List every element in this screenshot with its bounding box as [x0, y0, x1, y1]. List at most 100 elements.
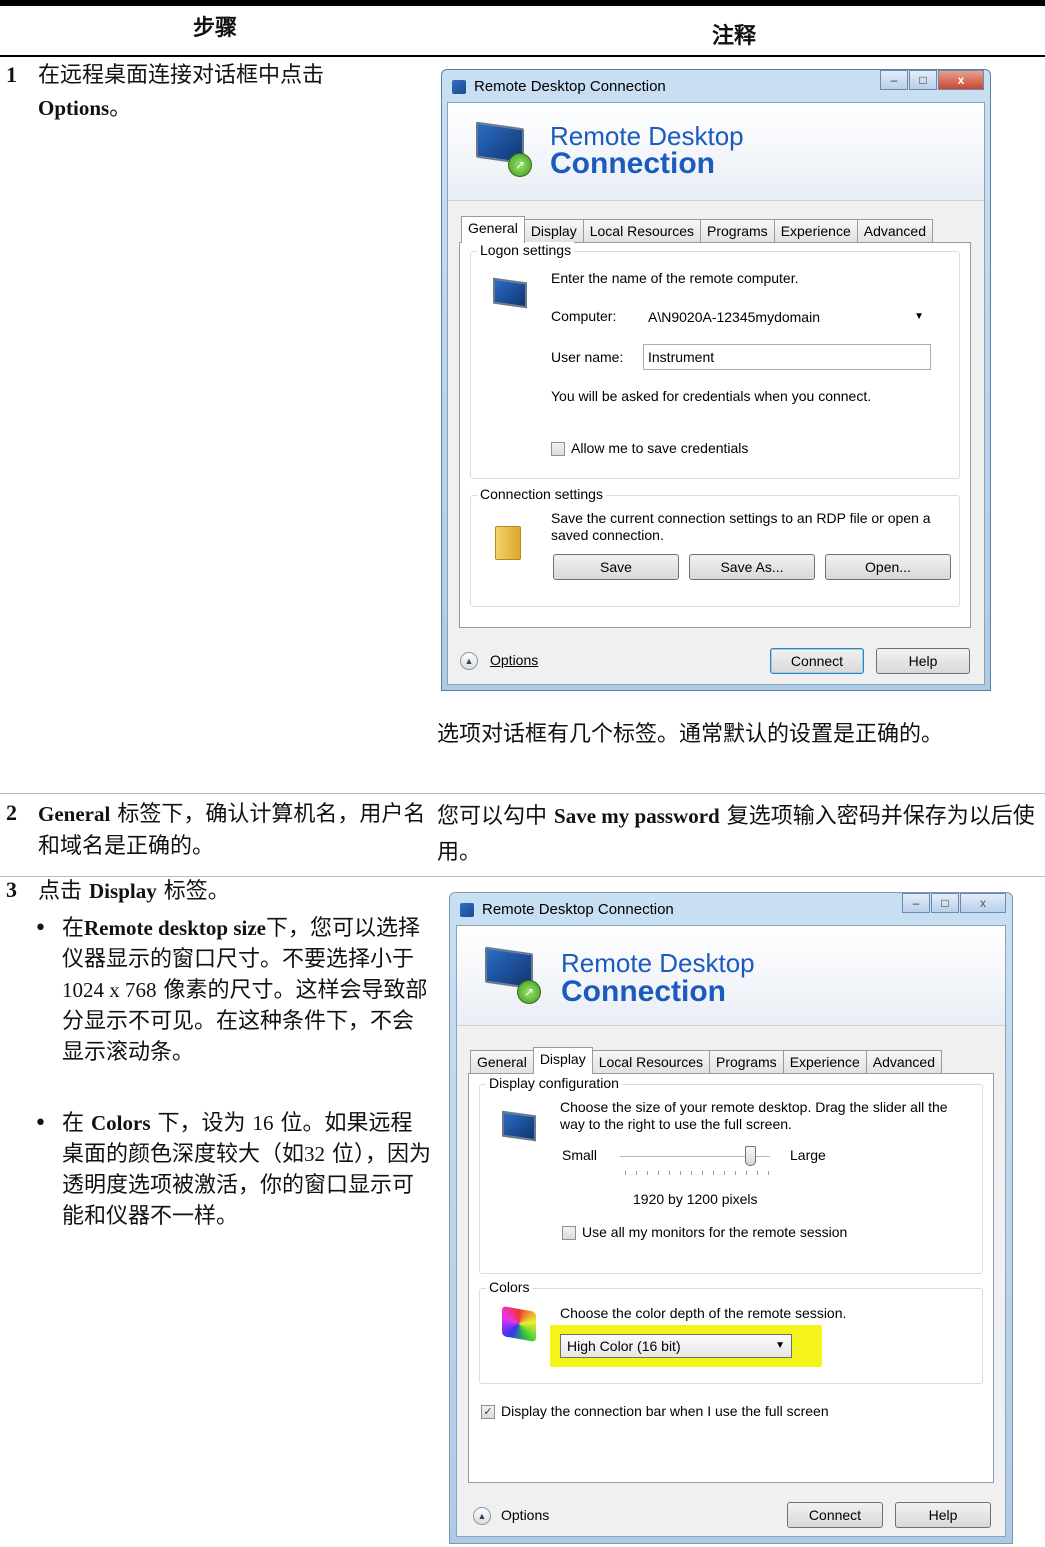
tab-display[interactable]: Display: [532, 1047, 593, 1074]
display-icon: [502, 1110, 536, 1142]
chevron-up-icon[interactable]: ▲: [460, 652, 478, 670]
slider-large-label: Large: [790, 1147, 826, 1163]
remote-desktop-dialog-display: Remote Desktop Connection – □ x ↗ Remote…: [449, 892, 1013, 1544]
maximize-button[interactable]: □: [909, 70, 937, 90]
display-text-2: way to the right to use the full screen.: [560, 1116, 792, 1132]
computer-label: Computer:: [551, 308, 617, 324]
remote-desktop-dialog-general: Remote Desktop Connection – □ x ↗ Remote…: [441, 69, 991, 691]
minimize-button[interactable]: –: [902, 893, 930, 913]
credentials-note: You will be asked for credentials when y…: [551, 388, 872, 404]
step-number: 2: [6, 800, 17, 825]
display-text-1: Choose the size of your remote desktop. …: [560, 1099, 948, 1115]
all-monitors-checkbox[interactable]: [562, 1226, 576, 1240]
rdp-app-icon: [452, 80, 466, 94]
step-number: 1: [6, 62, 17, 87]
chevron-down-icon: ▼: [775, 1340, 785, 1351]
username-input[interactable]: Instrument: [643, 344, 931, 370]
close-button[interactable]: x: [938, 70, 984, 90]
banner-subtitle: Connection: [561, 975, 726, 1008]
colors-text: Choose the color depth of the remote ses…: [560, 1305, 847, 1321]
chevron-down-icon: ▼: [914, 311, 924, 322]
banner: ↗ Remote Desktop Connection: [457, 926, 1005, 1026]
connect-button[interactable]: Connect: [787, 1502, 883, 1528]
bullet-dot: •: [34, 1111, 47, 1136]
rdp-app-icon: [460, 903, 474, 917]
row-separator: [0, 793, 1045, 794]
folder-icon: [495, 526, 521, 560]
tab-general[interactable]: General: [461, 216, 525, 243]
tab-advanced[interactable]: Advanced: [865, 1050, 943, 1074]
help-button[interactable]: Help: [895, 1502, 991, 1528]
maximize-button[interactable]: □: [931, 893, 959, 913]
minimize-button[interactable]: –: [880, 70, 908, 90]
step1-note: 选项对话框有几个标签。通常默认的设置是正确的。: [437, 722, 944, 747]
tab-advanced[interactable]: Advanced: [856, 219, 934, 243]
top-rule: [0, 0, 1045, 6]
window-title: Remote Desktop Connection: [482, 901, 674, 918]
tab-programs[interactable]: Programs: [709, 1050, 784, 1074]
window-title: Remote Desktop Connection: [474, 78, 666, 95]
header-rule: [0, 55, 1045, 57]
connection-settings-group: Connection settings Save the current con…: [470, 486, 960, 607]
open-button[interactable]: Open...: [825, 554, 951, 580]
tab-bar: General Display Local Resources Programs…: [470, 1047, 943, 1074]
color-depth-select[interactable]: High Color (16 bit) ▼: [560, 1334, 792, 1358]
chevron-up-icon[interactable]: ▲: [473, 1507, 491, 1525]
all-monitors-label: Use all my monitors for the remote sessi…: [582, 1224, 848, 1240]
banner: ↗ Remote Desktop Connection: [448, 103, 984, 201]
colors-label: Colors: [486, 1279, 533, 1295]
size-slider-thumb[interactable]: [745, 1146, 756, 1166]
connection-arrows-icon: ↗: [508, 153, 532, 177]
tab-bar: General Display Local Resources Programs…: [461, 216, 934, 243]
allow-save-credentials-checkbox[interactable]: [551, 442, 565, 456]
options-toggle[interactable]: Options: [490, 652, 538, 668]
resolution-value: 1920 by 1200 pixels: [633, 1191, 758, 1207]
header-step: 步骤: [193, 16, 238, 41]
connect-button[interactable]: Connect: [770, 648, 864, 674]
bullet-dot: •: [34, 916, 47, 941]
connection-settings-text-2: saved connection.: [551, 527, 664, 543]
display-configuration-label: Display configuration: [486, 1075, 622, 1091]
step2-note: 您可以勾中 Save my password 复选项输入密码并保存为以后使用。: [437, 804, 1035, 865]
connection-settings-label: Connection settings: [477, 486, 606, 502]
slider-ticks: [625, 1171, 769, 1175]
colors-group: Colors Choose the color depth of the rem…: [479, 1279, 983, 1384]
logon-settings-group: Logon settings Enter the name of the rem…: [470, 242, 960, 479]
computer-combobox[interactable]: A\N9020A-12345mydomain ▼: [643, 304, 931, 330]
header-note: 注释: [712, 24, 757, 49]
step1-text: 在远程桌面连接对话框中点击 Options。: [38, 63, 325, 121]
step2-text: General 标签下，确认计算机名，用户名和域名是正确的。: [38, 802, 426, 859]
connection-bar-checkbox[interactable]: ✓: [481, 1405, 495, 1419]
options-toggle[interactable]: Options: [501, 1507, 549, 1523]
bullet-colors: • 在 Colors 下，设为 16 位。如果远程桌面的颜色深度较大（如32 位…: [34, 1108, 434, 1232]
connection-arrows-icon: ↗: [517, 980, 541, 1004]
tab-page-general: Logon settings Enter the name of the rem…: [459, 242, 971, 628]
banner-subtitle: Connection: [550, 147, 715, 180]
tab-general[interactable]: General: [470, 1050, 534, 1074]
allow-save-credentials-label: Allow me to save credentials: [571, 440, 749, 456]
step3-text: 点击 Display 标签。: [38, 879, 230, 904]
step-number: 3: [6, 877, 17, 902]
logon-settings-label: Logon settings: [477, 242, 575, 258]
tab-local-resources[interactable]: Local Resources: [582, 219, 701, 243]
logon-hint: Enter the name of the remote computer.: [551, 270, 799, 286]
tab-programs[interactable]: Programs: [700, 219, 775, 243]
color-palette-icon: [502, 1306, 536, 1342]
username-label: User name:: [551, 349, 624, 365]
title-bar: Remote Desktop Connection – □ x: [442, 70, 990, 104]
bullet-remote-size: • 在Remote desktop size下，您可以选择仪器显示的窗口尺寸。不…: [34, 913, 434, 1068]
save-button[interactable]: Save: [553, 554, 679, 580]
help-button[interactable]: Help: [876, 648, 970, 674]
title-bar: Remote Desktop Connection – □ x: [450, 893, 1012, 927]
tab-local-resources[interactable]: Local Resources: [591, 1050, 710, 1074]
close-button[interactable]: x: [960, 893, 1006, 913]
display-configuration-group: Display configuration Choose the size of…: [479, 1075, 983, 1274]
tab-page-display: Display configuration Choose the size of…: [468, 1073, 994, 1483]
computer-icon: [493, 277, 527, 309]
save-as-button[interactable]: Save As...: [689, 554, 815, 580]
tab-experience[interactable]: Experience: [773, 219, 858, 243]
slider-small-label: Small: [562, 1147, 598, 1163]
connection-settings-text-1: Save the current connection settings to …: [551, 510, 931, 526]
tab-experience[interactable]: Experience: [782, 1050, 867, 1074]
tab-display[interactable]: Display: [523, 219, 584, 243]
